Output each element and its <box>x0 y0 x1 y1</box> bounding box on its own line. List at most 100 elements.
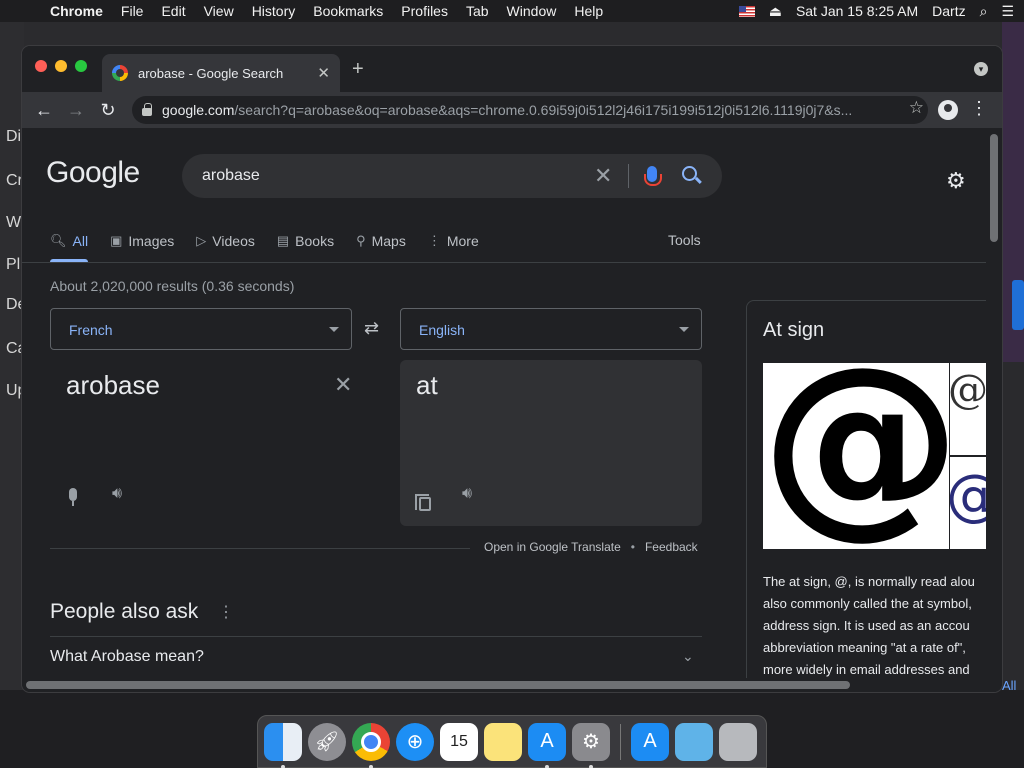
feedback-link[interactable]: Feedback <box>645 540 698 554</box>
browser-menu-icon[interactable]: ⋮ <box>970 98 988 119</box>
menu-bookmarks[interactable]: Bookmarks <box>313 3 383 19</box>
vertical-scrollbar[interactable] <box>986 128 1002 684</box>
source-text[interactable]: arobase <box>66 370 160 401</box>
browser-tab[interactable]: arobase - Google Search ✕ <box>102 54 340 92</box>
finder-icon[interactable] <box>264 722 302 768</box>
tab-search-button[interactable]: ▾ <box>974 62 988 76</box>
at-sign-glyph: @ <box>950 463 986 528</box>
search-icon[interactable] <box>682 166 697 181</box>
eject-icon[interactable]: ⏏ <box>769 3 782 20</box>
google-logo[interactable]: Google <box>46 156 140 190</box>
tab-videos[interactable]: ▷ Videos <box>196 224 255 258</box>
menu-tab[interactable]: Tab <box>466 3 489 19</box>
source-mic-icon[interactable] <box>69 488 77 506</box>
menu-file[interactable]: File <box>121 3 144 19</box>
dropdown-caret-icon <box>679 327 689 332</box>
copy-translation-icon[interactable] <box>415 494 431 511</box>
menubar-user[interactable]: Dartz <box>932 3 965 19</box>
voice-search-icon[interactable] <box>644 166 662 186</box>
knowledge-panel-thumbnail[interactable]: @ <box>950 363 986 455</box>
app-store-download-icon[interactable]: A <box>631 722 669 761</box>
reload-button[interactable]: ↻ <box>92 100 124 121</box>
profile-avatar[interactable] <box>938 100 958 120</box>
launchpad-icon[interactable]: 🚀︎ <box>308 722 346 761</box>
search-box[interactable]: arobase ✕ <box>182 154 722 198</box>
minimize-window-button[interactable] <box>55 60 67 72</box>
kebab-icon: ⋮ <box>427 233 441 248</box>
downloads-folder-icon[interactable] <box>675 722 713 761</box>
translate-footer: Open in Google Translate • Feedback <box>484 540 698 554</box>
tab-label: More <box>446 233 479 249</box>
menu-edit[interactable]: Edit <box>161 3 185 19</box>
menu-window[interactable]: Window <box>507 3 557 19</box>
tab-more[interactable]: ⋮ More <box>428 224 479 258</box>
spotlight-icon[interactable]: ⌕ <box>980 3 988 20</box>
close-window-button[interactable] <box>35 60 47 72</box>
forward-button[interactable]: → <box>60 100 92 121</box>
background-window-right: All <box>1000 22 1024 712</box>
search-icon: 🔍︎ <box>50 233 67 248</box>
trash-icon[interactable] <box>719 722 757 761</box>
system-preferences-icon[interactable]: ⚙ <box>572 722 610 768</box>
control-center-icon[interactable]: ☰ <box>1001 3 1014 20</box>
close-tab-icon[interactable]: ✕ <box>317 64 330 82</box>
scrollbar-thumb[interactable] <box>990 134 998 242</box>
target-listen-icon[interactable]: 🔊︎ <box>462 485 472 503</box>
notes-icon[interactable] <box>484 722 522 761</box>
tools-button[interactable]: Tools <box>668 232 701 248</box>
source-text-area[interactable]: arobase ✕ 🔊︎ <box>50 360 352 526</box>
address-bar[interactable]: google.com/search?q=arobase&oq=arobase&a… <box>132 96 928 124</box>
back-button[interactable]: ← <box>28 100 60 121</box>
calendar-day: 15 <box>450 732 468 750</box>
tab-label: Books <box>295 233 335 249</box>
scrollbar-thumb[interactable] <box>26 681 850 689</box>
knowledge-panel-image[interactable]: @ <box>763 363 949 549</box>
tab-maps[interactable]: ⚲ Maps <box>356 224 406 258</box>
source-listen-icon[interactable]: 🔊︎ <box>112 485 122 503</box>
settings-gear-icon[interactable]: ⚙ <box>946 168 966 194</box>
source-language-label: French <box>69 322 113 338</box>
at-sign-glyph: @ <box>950 367 986 413</box>
chevron-down-icon[interactable]: ⌄ <box>682 648 694 665</box>
zoom-window-button[interactable] <box>75 60 87 72</box>
knowledge-panel-title: At sign <box>763 319 825 341</box>
tab-books[interactable]: ▤ Books <box>277 224 334 258</box>
menu-history[interactable]: History <box>252 3 296 19</box>
background-text: Di <box>6 128 22 145</box>
menubar-clock[interactable]: Sat Jan 15 8:25 AM <box>796 3 918 19</box>
horizontal-scrollbar[interactable] <box>22 678 1002 692</box>
search-input[interactable]: arobase <box>202 167 260 185</box>
people-also-ask-menu-icon[interactable]: ⋮ <box>218 602 234 622</box>
menu-help[interactable]: Help <box>574 3 603 19</box>
book-icon: ▤ <box>276 233 290 248</box>
clear-search-icon[interactable]: ✕ <box>594 163 612 189</box>
safari-icon[interactable]: ⊕ <box>396 722 434 761</box>
people-also-ask-question[interactable]: What Arobase mean? <box>50 648 204 666</box>
swap-languages-icon[interactable]: ⇄ <box>364 318 379 339</box>
source-language-select[interactable]: French <box>50 308 352 350</box>
bookmark-star-icon[interactable]: ☆ <box>909 98 924 118</box>
open-in-translate-link[interactable]: Open in Google Translate <box>484 540 621 554</box>
separator-dot: • <box>630 540 635 554</box>
input-source-flag-icon[interactable] <box>738 5 755 17</box>
knowledge-panel-thumbnail[interactable]: @ <box>950 457 986 549</box>
background-text: Cr <box>6 172 23 189</box>
tab-label: All <box>72 233 89 249</box>
browser-toolbar: ← → ↻ google.com/search?q=arobase&oq=aro… <box>22 92 1002 128</box>
tab-all[interactable]: 🔍︎ All <box>50 224 89 262</box>
menu-profiles[interactable]: Profiles <box>401 3 448 19</box>
target-language-select[interactable]: English <box>400 308 702 350</box>
menu-app-name[interactable]: Chrome <box>50 3 103 19</box>
chrome-icon[interactable] <box>352 722 390 768</box>
browser-window: arobase - Google Search ✕ + ▾ ← → ↻ goog… <box>22 46 1002 692</box>
menu-view[interactable]: View <box>204 3 234 19</box>
lock-icon[interactable] <box>142 103 152 116</box>
app-store-icon[interactable]: A <box>528 722 566 768</box>
new-tab-button[interactable]: + <box>352 58 364 81</box>
search-type-tabs: 🔍︎ All ▣ Images ▷ Videos ▤ Books ⚲ Maps ⋮ More <box>50 224 501 262</box>
target-text-area: at 🔊︎ <box>400 360 702 526</box>
tab-images[interactable]: ▣ Images <box>110 224 174 258</box>
divider <box>50 636 702 637</box>
clear-source-icon[interactable]: ✕ <box>334 372 352 398</box>
calendar-icon[interactable]: 15 <box>440 722 478 761</box>
